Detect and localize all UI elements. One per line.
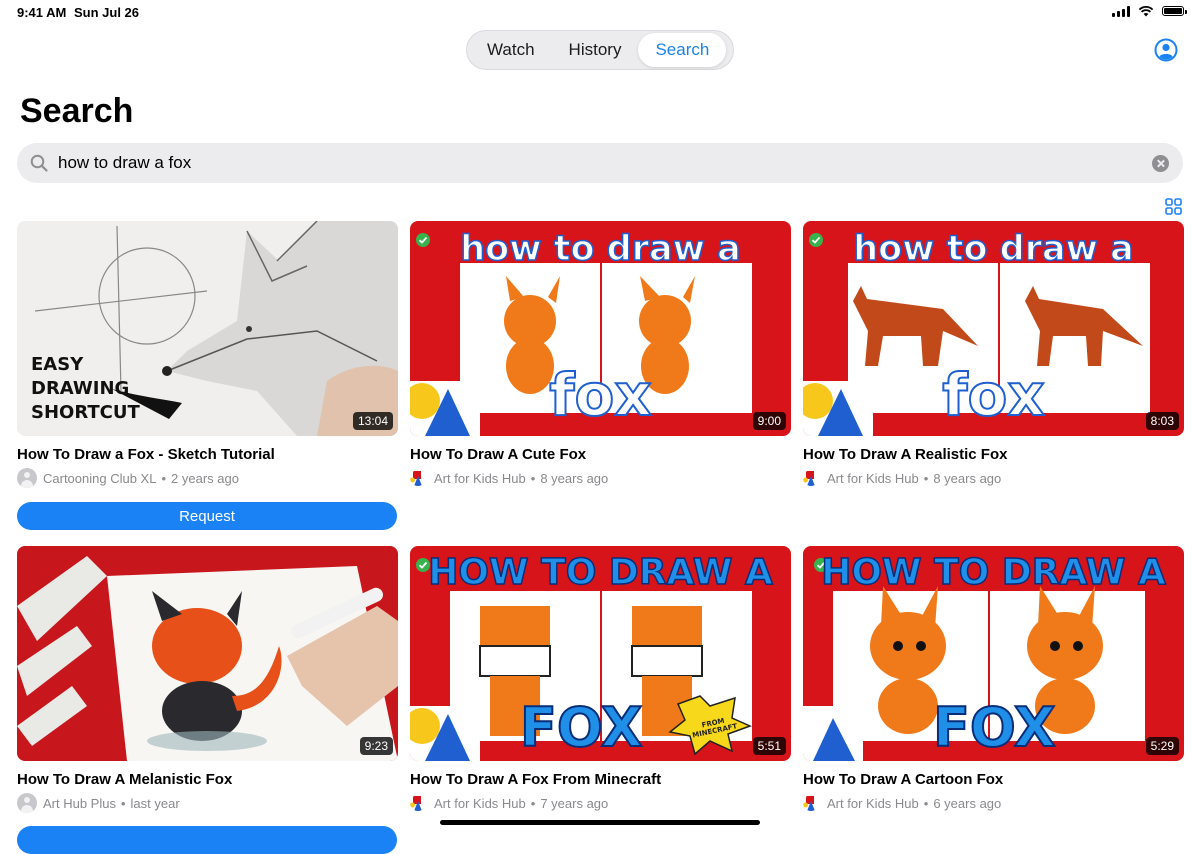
duration-badge: 9:23 bbox=[359, 737, 393, 755]
video-thumbnail[interactable]: HOW TO DRAW A FOX FROM MINECRAFT 5:51 bbox=[410, 546, 791, 761]
video-thumbnail[interactable]: 9:23 bbox=[17, 546, 398, 761]
art-hub-logo bbox=[803, 795, 819, 811]
thumbnail-text: how to draw a bbox=[459, 228, 741, 270]
wifi-icon bbox=[1138, 6, 1154, 17]
channel-name[interactable]: Art for Kids Hub bbox=[434, 796, 526, 811]
clear-search-icon[interactable] bbox=[1152, 155, 1169, 172]
thumbnail-text: HOW TO DRAW A bbox=[427, 551, 773, 594]
status-time: 9:41 AM bbox=[17, 5, 67, 20]
thumbnail-text: fox bbox=[941, 360, 1046, 430]
thumbnail-text: fox bbox=[548, 360, 653, 430]
video-card[interactable]: HOW TO DRAW A FOX 5:29 How To Draw A Car… bbox=[803, 546, 1184, 813]
status-date: Sun Jul 26 bbox=[74, 5, 140, 20]
page-title: Search bbox=[20, 92, 134, 130]
art-hub-logo bbox=[803, 470, 819, 486]
status-icons bbox=[1112, 5, 1187, 17]
tab-history[interactable]: History bbox=[552, 33, 639, 67]
grid-view-icon[interactable] bbox=[1165, 198, 1182, 215]
video-meta: Cartooning Club XL • 2 years ago bbox=[17, 468, 398, 488]
video-title[interactable]: How To Draw A Fox From Minecraft bbox=[410, 771, 791, 788]
duration-badge: 8:03 bbox=[1145, 412, 1179, 430]
video-card[interactable]: how to draw a fox 8:03 How To Draw A Rea… bbox=[803, 221, 1184, 488]
request-button[interactable]: Request bbox=[17, 502, 397, 530]
tab-search[interactable]: Search bbox=[638, 33, 727, 67]
video-card[interactable]: how to draw a fox 9:00 How To Draw A Cut… bbox=[410, 221, 791, 488]
video-meta: Art Hub Plus • last year bbox=[17, 793, 398, 813]
person-icon bbox=[17, 793, 37, 813]
meta-separator: • bbox=[530, 795, 536, 811]
thumbnail-text: EASY bbox=[31, 354, 84, 375]
search-icon bbox=[30, 154, 48, 172]
account-icon[interactable] bbox=[1154, 38, 1178, 62]
upload-age: last year bbox=[130, 795, 180, 811]
request-button[interactable] bbox=[17, 826, 397, 854]
channel-name[interactable]: Art for Kids Hub bbox=[827, 796, 919, 811]
upload-age: 8 years ago bbox=[933, 470, 1002, 486]
meta-separator: • bbox=[161, 470, 167, 486]
tab-watch[interactable]: Watch bbox=[470, 33, 552, 67]
video-title[interactable]: How To Draw A Realistic Fox bbox=[803, 446, 1184, 463]
search-input[interactable] bbox=[58, 143, 1138, 183]
art-hub-logo bbox=[410, 795, 426, 811]
cellular-signal-icon bbox=[1112, 5, 1130, 17]
thumbnail-image bbox=[17, 546, 398, 761]
video-title[interactable]: How To Draw a Fox - Sketch Tutorial bbox=[17, 446, 398, 463]
duration-badge: 13:04 bbox=[352, 412, 393, 430]
upload-age: 2 years ago bbox=[171, 470, 239, 486]
channel-name[interactable]: Art for Kids Hub bbox=[434, 471, 526, 486]
upload-age: 7 years ago bbox=[540, 795, 609, 811]
video-thumbnail[interactable]: how to draw a fox 8:03 bbox=[803, 221, 1184, 436]
video-card[interactable]: EASY DRAWING SHORTCUT 13:04 How To Draw … bbox=[17, 221, 398, 488]
status-bar: 9:41 AM Sun Jul 26 bbox=[0, 0, 1200, 26]
thumbnail-text: SHORTCUT bbox=[31, 402, 140, 423]
video-meta: Art for Kids Hub • 8 years ago bbox=[803, 468, 1184, 488]
video-meta: Art for Kids Hub • 8 years ago bbox=[410, 468, 791, 488]
thumbnail-text: FOX bbox=[519, 695, 644, 760]
person-icon bbox=[17, 468, 37, 488]
video-card[interactable]: 9:23 How To Draw A Melanistic Fox Art Hu… bbox=[17, 546, 398, 813]
video-meta: Art for Kids Hub • 6 years ago bbox=[803, 793, 1184, 813]
video-title[interactable]: How To Draw A Melanistic Fox bbox=[17, 771, 398, 788]
meta-separator: • bbox=[530, 470, 536, 486]
duration-badge: 9:00 bbox=[752, 412, 786, 430]
view-segmented-control: Watch History Search bbox=[466, 30, 734, 70]
thumbnail-text: DRAWING bbox=[31, 378, 130, 399]
art-hub-logo bbox=[410, 470, 426, 486]
duration-badge: 5:29 bbox=[1145, 737, 1179, 755]
meta-separator: • bbox=[923, 470, 929, 486]
thumbnail-caption: EASY DRAWING SHORTCUT bbox=[31, 353, 140, 425]
thumbnail-text: how to draw a bbox=[852, 228, 1134, 270]
upload-age: 8 years ago bbox=[540, 470, 609, 486]
video-thumbnail[interactable]: HOW TO DRAW A FOX 5:29 bbox=[803, 546, 1184, 761]
video-thumbnail[interactable]: EASY DRAWING SHORTCUT 13:04 bbox=[17, 221, 398, 436]
channel-name[interactable]: Art for Kids Hub bbox=[827, 471, 919, 486]
meta-separator: • bbox=[120, 795, 126, 811]
duration-badge: 5:51 bbox=[752, 737, 786, 755]
thumbnail-text: FOX bbox=[932, 695, 1057, 760]
meta-separator: • bbox=[923, 795, 929, 811]
channel-name[interactable]: Art Hub Plus bbox=[43, 796, 116, 811]
video-thumbnail[interactable]: how to draw a fox 9:00 bbox=[410, 221, 791, 436]
upload-age: 6 years ago bbox=[933, 795, 1002, 811]
battery-icon bbox=[1162, 6, 1187, 16]
video-card[interactable]: HOW TO DRAW A FOX FROM MINECRAFT 5:51 Ho… bbox=[410, 546, 791, 813]
video-meta: Art for Kids Hub • 7 years ago bbox=[410, 793, 791, 813]
channel-name[interactable]: Cartooning Club XL bbox=[43, 471, 156, 486]
video-title[interactable]: How To Draw A Cute Fox bbox=[410, 446, 791, 463]
home-indicator[interactable] bbox=[440, 820, 760, 825]
thumbnail-text: HOW TO DRAW A bbox=[820, 551, 1166, 594]
search-bar bbox=[17, 143, 1183, 183]
video-title[interactable]: How To Draw A Cartoon Fox bbox=[803, 771, 1184, 788]
